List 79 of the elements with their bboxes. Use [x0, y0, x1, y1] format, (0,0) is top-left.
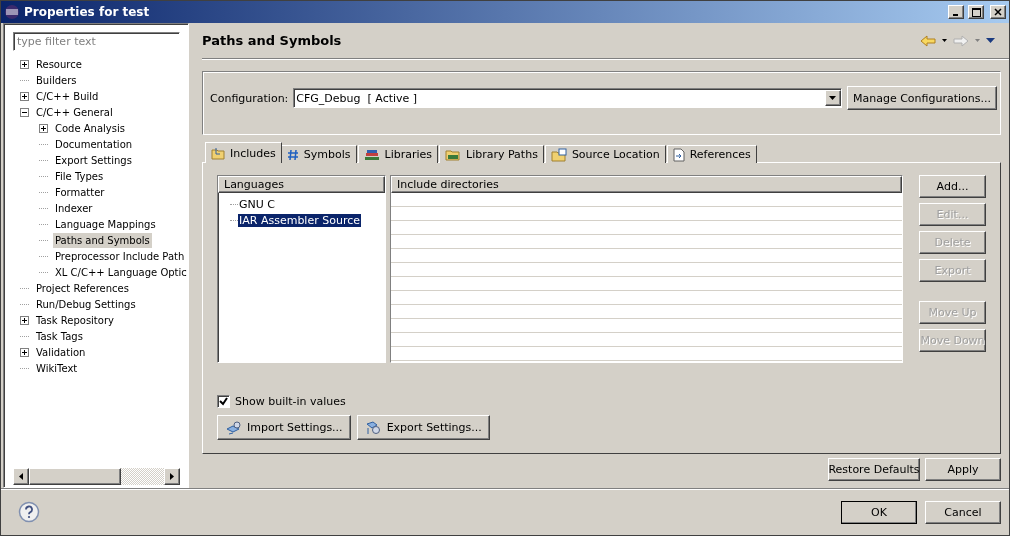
left-arrow-icon[interactable] — [19, 473, 23, 480]
file-arrow-icon — [672, 147, 685, 162]
plus-icon — [21, 316, 28, 324]
plus-icon — [21, 348, 28, 356]
gear-export-icon — [364, 419, 383, 436]
checkbox-label: Show built-in values — [235, 395, 346, 408]
dialog-button[interactable]: OK — [841, 500, 917, 524]
list-item[interactable]: IAR Assembler Source — [238, 213, 361, 227]
plus-icon — [40, 124, 47, 132]
page-button[interactable]: Apply — [925, 458, 1001, 481]
dialog-button[interactable]: Cancel — [925, 500, 1001, 524]
gear-import-icon — [225, 419, 243, 436]
expand-toggle[interactable] — [20, 315, 29, 325]
maximize-icon — [971, 7, 981, 17]
caret-icon[interactable] — [942, 39, 947, 42]
window-title: Properties for test — [24, 5, 151, 19]
eclipse-icon — [4, 4, 20, 20]
tab[interactable]: Library Paths — [439, 145, 544, 163]
tree-item[interactable]: WikiText — [34, 360, 80, 376]
help-icon[interactable] — [18, 501, 40, 523]
tree-item[interactable]: Formatter — [53, 184, 107, 200]
page-title: Paths and Symbols — [202, 33, 343, 48]
tab[interactable]: Includes — [205, 142, 282, 163]
tree-item[interactable]: Indexer — [53, 200, 95, 216]
tree-item[interactable]: Run/Debug Settings — [34, 296, 138, 312]
menu-icon[interactable] — [986, 38, 995, 43]
settings-button[interactable]: Export Settings... — [356, 415, 490, 440]
tab[interactable]: Libraries — [357, 145, 438, 163]
tree-item[interactable]: Documentation — [53, 136, 135, 152]
tree-item[interactable]: Project References — [34, 280, 131, 296]
collapse-toggle[interactable] — [20, 107, 29, 117]
expand-toggle[interactable] — [39, 123, 48, 133]
tree-item[interactable]: C/C++ Build — [34, 88, 101, 104]
tab[interactable]: Source Location — [544, 145, 666, 163]
expand-toggle[interactable] — [20, 347, 29, 357]
tree-item[interactable]: Task Repository — [34, 312, 116, 328]
folder-icon — [550, 147, 567, 162]
tree-item[interactable]: Language Mappings — [53, 216, 158, 232]
plus-icon — [21, 60, 28, 68]
maximize-button[interactable] — [968, 5, 984, 19]
close-icon — [994, 8, 1002, 16]
languages-list[interactable]: Languages GNU C IAR Assembler Source — [217, 175, 386, 363]
expand-toggle[interactable] — [20, 59, 29, 69]
horizontal-scrollbar[interactable] — [13, 468, 180, 485]
right-arrow-icon[interactable] — [170, 473, 174, 480]
include-directories-table[interactable]: Include directories — [390, 175, 903, 363]
tree-item[interactable]: XL C/C++ Language Optic — [53, 264, 189, 280]
tree-item[interactable]: Paths and Symbols — [53, 232, 152, 248]
books-icon — [363, 147, 380, 162]
list-item[interactable]: GNU C — [238, 197, 276, 211]
plus-icon — [21, 92, 28, 100]
column-header: Languages — [218, 176, 385, 193]
tab[interactable]: References — [666, 145, 757, 163]
tree-item[interactable]: Code Analysis — [53, 120, 127, 136]
tree-item[interactable]: C/C++ General — [34, 104, 115, 120]
tree-item[interactable]: Validation — [34, 344, 88, 360]
hash-icon — [286, 148, 299, 161]
folder-icon — [211, 146, 225, 160]
manage-configurations-button[interactable]: Manage Configurations... — [847, 86, 997, 110]
tree-item[interactable]: File Types — [53, 168, 106, 184]
tree-item[interactable]: Task Tags — [34, 328, 85, 344]
close-button[interactable] — [990, 5, 1006, 19]
filter-field[interactable]: type filter text — [13, 32, 180, 51]
minimize-button[interactable] — [948, 5, 964, 19]
expand-toggle[interactable] — [20, 91, 29, 101]
page-button[interactable]: Restore Defaults — [828, 458, 920, 481]
configuration-dropdown[interactable]: CFG_Debug [ Active ] — [293, 88, 842, 108]
tree-item[interactable]: Resource — [34, 56, 84, 72]
tab[interactable]: Symbols — [280, 145, 357, 163]
tree-item[interactable]: Export Settings — [53, 152, 134, 168]
configuration-label: Configuration: — [210, 91, 289, 105]
tree-item[interactable]: Builders — [34, 72, 79, 88]
side-button[interactable]: Add... — [919, 175, 986, 198]
tree-item[interactable]: Preprocessor Include Path — [53, 248, 187, 264]
column-header: Include directories — [391, 176, 902, 193]
settings-button[interactable]: Import Settings... — [217, 415, 351, 440]
folder-icon — [445, 147, 461, 162]
dropdown-arrow-icon[interactable] — [829, 96, 837, 100]
checkbox[interactable] — [217, 395, 230, 408]
